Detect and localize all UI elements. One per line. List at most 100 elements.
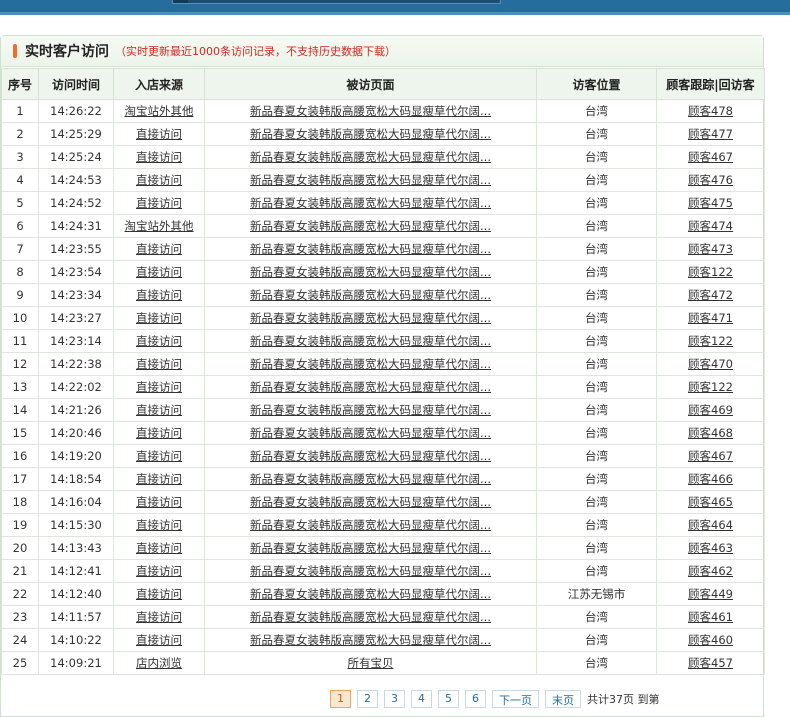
source-link[interactable]: 直接访问 (136, 633, 182, 647)
source-link[interactable]: 直接访问 (136, 541, 182, 555)
page-6-button[interactable]: 6 (465, 690, 486, 708)
visitor-link[interactable]: 顾客449 (688, 587, 733, 601)
visitor-link[interactable]: 顾客461 (688, 610, 733, 624)
page-link[interactable]: 新品春夏女装韩版高腰宽松大码显瘦草代尔阔... (250, 449, 491, 463)
last-page-button[interactable]: 末页 (545, 690, 581, 708)
visitor-link-cell: 顾客122 (656, 375, 765, 399)
source-link[interactable]: 直接访问 (136, 564, 182, 578)
visitor-link[interactable]: 顾客457 (688, 656, 733, 670)
page-total-label: 共计37页 到第 (587, 693, 660, 706)
source-link[interactable]: 直接访问 (136, 403, 182, 417)
page-link[interactable]: 新品春夏女装韩版高腰宽松大码显瘦草代尔阔... (250, 564, 491, 578)
source-link[interactable]: 直接访问 (136, 472, 182, 486)
page-link[interactable]: 新品春夏女装韩版高腰宽松大码显瘦草代尔阔... (250, 150, 491, 164)
page-link[interactable]: 新品春夏女装韩版高腰宽松大码显瘦草代尔阔... (250, 495, 491, 509)
page-link[interactable]: 新品春夏女装韩版高腰宽松大码显瘦草代尔阔... (250, 219, 491, 233)
visitor-link[interactable]: 顾客460 (688, 633, 733, 647)
page-link[interactable]: 新品春夏女装韩版高腰宽松大码显瘦草代尔阔... (250, 357, 491, 371)
source-link[interactable]: 直接访问 (136, 334, 182, 348)
visitor-link[interactable]: 顾客462 (688, 564, 733, 578)
source-link-cell: 直接访问 (113, 490, 205, 514)
visit-time-cell: 14:13:43 (38, 536, 114, 560)
source-link[interactable]: 直接访问 (136, 587, 182, 601)
visitor-link[interactable]: 顾客469 (688, 403, 733, 417)
page-link[interactable]: 新品春夏女装韩版高腰宽松大码显瘦草代尔阔... (250, 242, 491, 256)
visitor-link[interactable]: 顾客467 (688, 449, 733, 463)
source-link[interactable]: 直接访问 (136, 288, 182, 302)
top-search-box[interactable] (172, 0, 501, 4)
table-row: 1 14:26:22 淘宝站外其他 新品春夏女装韩版高腰宽松大码显瘦草代尔阔... 台湾… (1, 99, 765, 123)
source-link[interactable]: 淘宝站外其他 (125, 219, 194, 233)
page-link[interactable]: 新品春夏女装韩版高腰宽松大码显瘦草代尔阔... (250, 288, 491, 302)
visitor-link[interactable]: 顾客477 (688, 127, 733, 141)
visitor-link[interactable]: 顾客470 (688, 357, 733, 371)
page-link[interactable]: 新品春夏女装韩版高腰宽松大码显瘦草代尔阔... (250, 173, 491, 187)
page-link[interactable]: 新品春夏女装韩版高腰宽松大码显瘦草代尔阔... (250, 127, 491, 141)
row-index-cell: 8 (1, 260, 39, 284)
page-link[interactable]: 所有宝贝 (348, 656, 394, 670)
source-link[interactable]: 直接访问 (136, 357, 182, 371)
location-cell: 台湾 (536, 651, 657, 675)
page-link[interactable]: 新品春夏女装韩版高腰宽松大码显瘦草代尔阔... (250, 403, 491, 417)
location-cell: 台湾 (536, 352, 657, 376)
visitor-link[interactable]: 顾客122 (688, 380, 733, 394)
source-link[interactable]: 直接访问 (136, 150, 182, 164)
source-link-cell: 淘宝站外其他 (113, 99, 205, 123)
page-link[interactable]: 新品春夏女装韩版高腰宽松大码显瘦草代尔阔... (250, 196, 491, 210)
visitor-link[interactable]: 顾客122 (688, 334, 733, 348)
page-3-button[interactable]: 3 (384, 690, 405, 708)
page-link[interactable]: 新品春夏女装韩版高腰宽松大码显瘦草代尔阔... (250, 104, 491, 118)
page-2-button[interactable]: 2 (357, 690, 378, 708)
source-link[interactable]: 直接访问 (136, 265, 182, 279)
visitor-link-cell: 顾客465 (656, 490, 765, 514)
location-cell: 台湾 (536, 467, 657, 491)
page-5-button[interactable]: 5 (438, 690, 459, 708)
source-link[interactable]: 直接访问 (136, 426, 182, 440)
page-link[interactable]: 新品春夏女装韩版高腰宽松大码显瘦草代尔阔... (250, 518, 491, 532)
source-link[interactable]: 直接访问 (136, 518, 182, 532)
visitor-link[interactable]: 顾客464 (688, 518, 733, 532)
page-link[interactable]: 新品春夏女装韩版高腰宽松大码显瘦草代尔阔... (250, 472, 491, 486)
source-link[interactable]: 直接访问 (136, 196, 182, 210)
location-cell: 台湾 (536, 329, 657, 353)
visitor-link[interactable]: 顾客466 (688, 472, 733, 486)
visitor-link[interactable]: 顾客122 (688, 265, 733, 279)
page-link[interactable]: 新品春夏女装韩版高腰宽松大码显瘦草代尔阔... (250, 587, 491, 601)
source-link[interactable]: 直接访问 (136, 127, 182, 141)
visitor-link[interactable]: 顾客478 (688, 104, 733, 118)
row-index-cell: 2 (1, 122, 39, 146)
source-link[interactable]: 直接访问 (136, 242, 182, 256)
page-link[interactable]: 新品春夏女装韩版高腰宽松大码显瘦草代尔阔... (250, 541, 491, 555)
page-link[interactable]: 新品春夏女装韩版高腰宽松大码显瘦草代尔阔... (250, 610, 491, 624)
page-1-button[interactable]: 1 (330, 690, 351, 708)
visitor-link[interactable]: 顾客476 (688, 173, 733, 187)
source-link[interactable]: 店内浏览 (136, 656, 182, 670)
source-link[interactable]: 淘宝站外其他 (125, 104, 194, 118)
source-link[interactable]: 直接访问 (136, 380, 182, 394)
source-link[interactable]: 直接访问 (136, 173, 182, 187)
page-link[interactable]: 新品春夏女装韩版高腰宽松大码显瘦草代尔阔... (250, 265, 491, 279)
visitor-link[interactable]: 顾客468 (688, 426, 733, 440)
page-link[interactable]: 新品春夏女装韩版高腰宽松大码显瘦草代尔阔... (250, 633, 491, 647)
next-page-button[interactable]: 下一页 (492, 690, 539, 708)
source-link[interactable]: 直接访问 (136, 495, 182, 509)
source-link[interactable]: 直接访问 (136, 610, 182, 624)
page-link-cell: 新品春夏女装韩版高腰宽松大码显瘦草代尔阔... (204, 375, 537, 399)
source-link[interactable]: 直接访问 (136, 449, 182, 463)
visitor-link[interactable]: 顾客473 (688, 242, 733, 256)
page-link[interactable]: 新品春夏女装韩版高腰宽松大码显瘦草代尔阔... (250, 334, 491, 348)
page-link[interactable]: 新品春夏女装韩版高腰宽松大码显瘦草代尔阔... (250, 311, 491, 325)
visitor-link[interactable]: 顾客465 (688, 495, 733, 509)
page-link[interactable]: 新品春夏女装韩版高腰宽松大码显瘦草代尔阔... (250, 426, 491, 440)
visit-time-cell: 14:24:53 (38, 168, 114, 192)
visitor-link[interactable]: 顾客472 (688, 288, 733, 302)
page-link-cell: 新品春夏女装韩版高腰宽松大码显瘦草代尔阔... (204, 145, 537, 169)
page-4-button[interactable]: 4 (411, 690, 432, 708)
visitor-link[interactable]: 顾客467 (688, 150, 733, 164)
visitor-link[interactable]: 顾客474 (688, 219, 733, 233)
visitor-link[interactable]: 顾客463 (688, 541, 733, 555)
page-link[interactable]: 新品春夏女装韩版高腰宽松大码显瘦草代尔阔... (250, 380, 491, 394)
source-link[interactable]: 直接访问 (136, 311, 182, 325)
visitor-link[interactable]: 顾客475 (688, 196, 733, 210)
visitor-link[interactable]: 顾客471 (688, 311, 733, 325)
